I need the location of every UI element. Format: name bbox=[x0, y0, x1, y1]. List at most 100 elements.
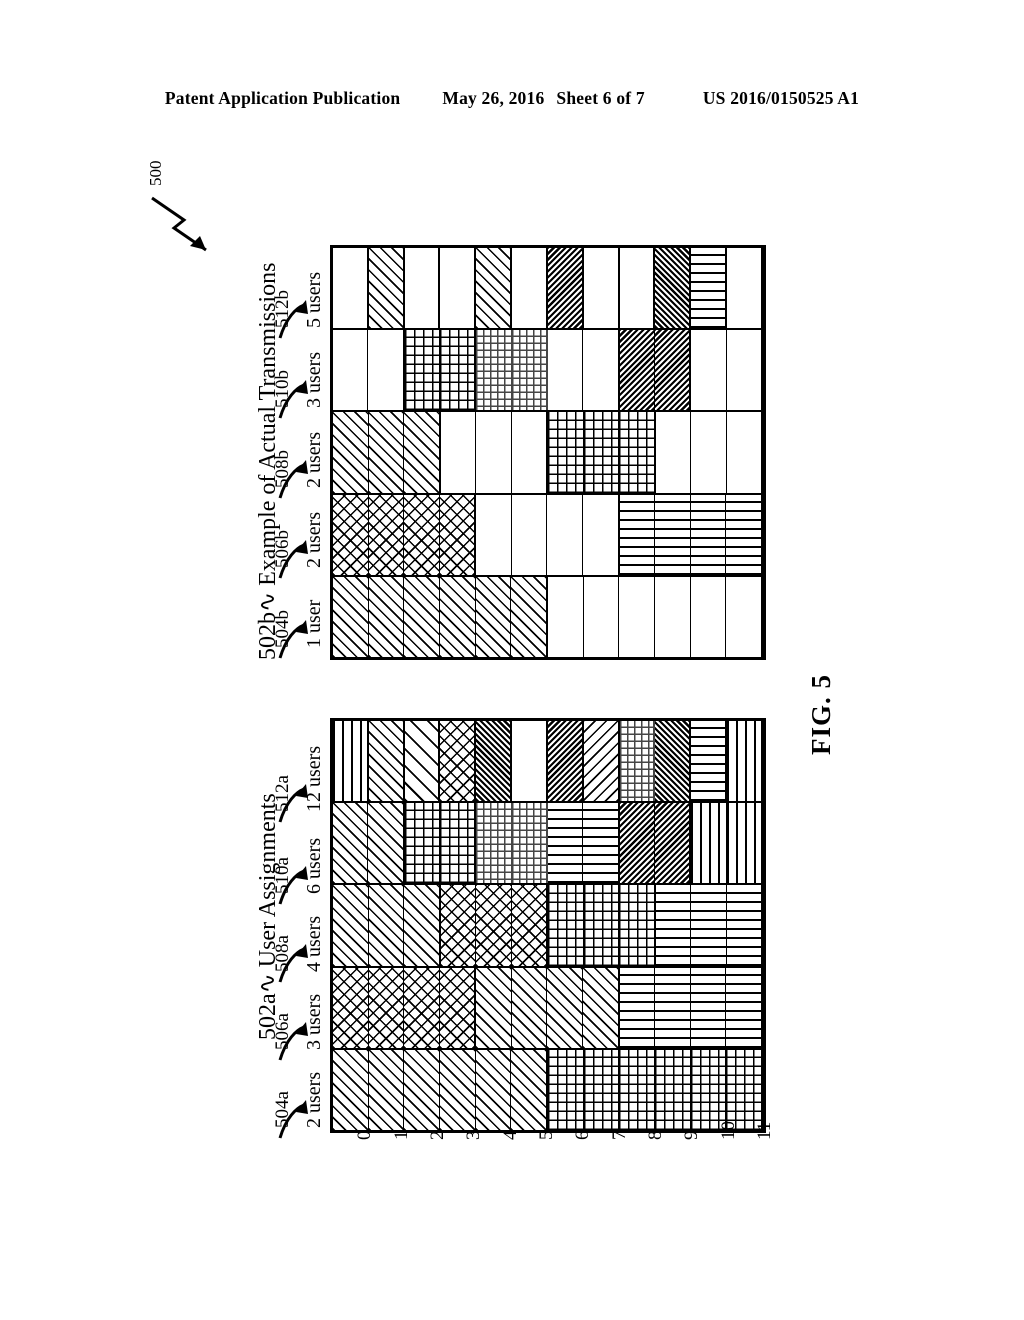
grid-cell bbox=[511, 967, 548, 1048]
grid-cell bbox=[511, 803, 548, 884]
index-label-8: 8 bbox=[644, 1130, 666, 1141]
grid-cell bbox=[690, 967, 727, 1048]
grid-cell bbox=[511, 330, 548, 411]
grid-cell bbox=[583, 1049, 620, 1131]
grid-cell bbox=[619, 967, 656, 1048]
grid-cell bbox=[511, 576, 549, 658]
grid-cell bbox=[333, 412, 369, 493]
grid-cell bbox=[512, 248, 548, 329]
callout-510a-caption: 6 users bbox=[303, 837, 325, 894]
grid-cell bbox=[655, 576, 691, 658]
grid-cell bbox=[547, 721, 584, 802]
grid-cell bbox=[440, 412, 476, 493]
grid-cell bbox=[583, 412, 619, 493]
grid-cell bbox=[547, 330, 584, 411]
grid-cell bbox=[655, 885, 691, 966]
grid-group-row bbox=[333, 803, 763, 886]
grid-cell bbox=[547, 494, 584, 575]
grid-cell bbox=[404, 803, 440, 884]
grid-cell bbox=[727, 248, 763, 329]
grid-cell bbox=[619, 330, 655, 411]
grid-cell bbox=[548, 885, 584, 966]
grid-cell bbox=[655, 412, 691, 493]
grid-cell bbox=[583, 330, 620, 411]
index-label-4: 4 bbox=[499, 1130, 521, 1141]
grid-cell bbox=[333, 803, 369, 884]
grid-cell bbox=[655, 967, 691, 1048]
grid-cell bbox=[333, 885, 369, 966]
grid-cell bbox=[690, 494, 727, 575]
grid-group-row bbox=[333, 248, 763, 331]
grid-cell bbox=[512, 721, 548, 802]
grid-cell bbox=[475, 1049, 512, 1131]
index-label-10: 10 bbox=[717, 1121, 739, 1140]
grid-cell bbox=[440, 885, 476, 966]
grid-cell bbox=[726, 885, 763, 966]
grid-cell bbox=[511, 1049, 549, 1131]
grid-cell bbox=[476, 967, 512, 1048]
grid-cell bbox=[583, 885, 619, 966]
grid-cell bbox=[583, 494, 620, 575]
grid-cell bbox=[691, 330, 727, 411]
grid-cell bbox=[691, 721, 728, 802]
grid-cell bbox=[691, 803, 727, 884]
grid-cell bbox=[726, 330, 763, 411]
grid-cell bbox=[476, 412, 512, 493]
callout-508b-caption: 2 users bbox=[303, 431, 325, 488]
grid-cell bbox=[333, 967, 369, 1048]
grid-cell bbox=[583, 803, 620, 884]
index-label-6: 6 bbox=[572, 1130, 594, 1141]
grid-cell bbox=[439, 803, 477, 884]
grid-cell bbox=[333, 330, 369, 411]
grid-cell bbox=[619, 412, 656, 493]
grid-cell bbox=[619, 1049, 656, 1131]
grid-cell bbox=[404, 412, 441, 493]
grid-cell bbox=[691, 885, 727, 966]
grid-cell bbox=[691, 412, 727, 493]
grid-group-row bbox=[333, 494, 763, 577]
index-label-11: 11 bbox=[753, 1121, 775, 1140]
callout-506b-caption: 2 users bbox=[303, 511, 325, 568]
grid-group-row bbox=[333, 412, 763, 495]
grid-cell bbox=[476, 803, 512, 884]
panel-left-title: 502a∿ User Assignments bbox=[255, 793, 281, 1040]
grid-cell bbox=[655, 494, 691, 575]
grid-cell bbox=[476, 494, 512, 575]
grid-cell bbox=[368, 576, 405, 658]
grid-cell bbox=[475, 576, 512, 658]
grid-cell bbox=[726, 1049, 764, 1131]
index-label-3: 3 bbox=[463, 1130, 485, 1141]
grid-cell bbox=[654, 330, 692, 411]
grid-cell bbox=[333, 1049, 369, 1131]
grid-cell bbox=[726, 576, 764, 658]
grid-cell bbox=[404, 248, 441, 329]
callout-506a-caption: 3 users bbox=[303, 993, 325, 1050]
grid-cell bbox=[404, 330, 440, 411]
grid-cell bbox=[368, 885, 404, 966]
grid-cell bbox=[547, 803, 584, 884]
grid-cell bbox=[476, 885, 512, 966]
figure-reference-500: 500 bbox=[146, 160, 165, 187]
grid-cell bbox=[333, 576, 369, 658]
grid-cell bbox=[333, 721, 369, 802]
grid-cell bbox=[368, 330, 405, 411]
grid-cell bbox=[583, 967, 620, 1048]
grid-cell bbox=[440, 576, 476, 658]
index-label-1: 1 bbox=[390, 1130, 412, 1141]
grid-group-row bbox=[333, 885, 763, 968]
grid-cell bbox=[404, 494, 440, 575]
grid-cell bbox=[404, 576, 441, 658]
grid-cell bbox=[333, 248, 369, 329]
grid-cell bbox=[439, 330, 477, 411]
callout-508a-caption: 4 users bbox=[303, 915, 325, 972]
grid-group-row bbox=[333, 721, 763, 804]
grid-cell bbox=[333, 494, 369, 575]
grid-cell bbox=[368, 412, 404, 493]
index-label-2: 2 bbox=[426, 1130, 448, 1141]
grid-cell bbox=[619, 494, 656, 575]
grid-cell bbox=[404, 721, 441, 802]
grid-cell bbox=[511, 494, 548, 575]
grid-cell bbox=[655, 248, 692, 329]
grid-cell bbox=[368, 1049, 405, 1131]
grid-cell bbox=[690, 576, 727, 658]
